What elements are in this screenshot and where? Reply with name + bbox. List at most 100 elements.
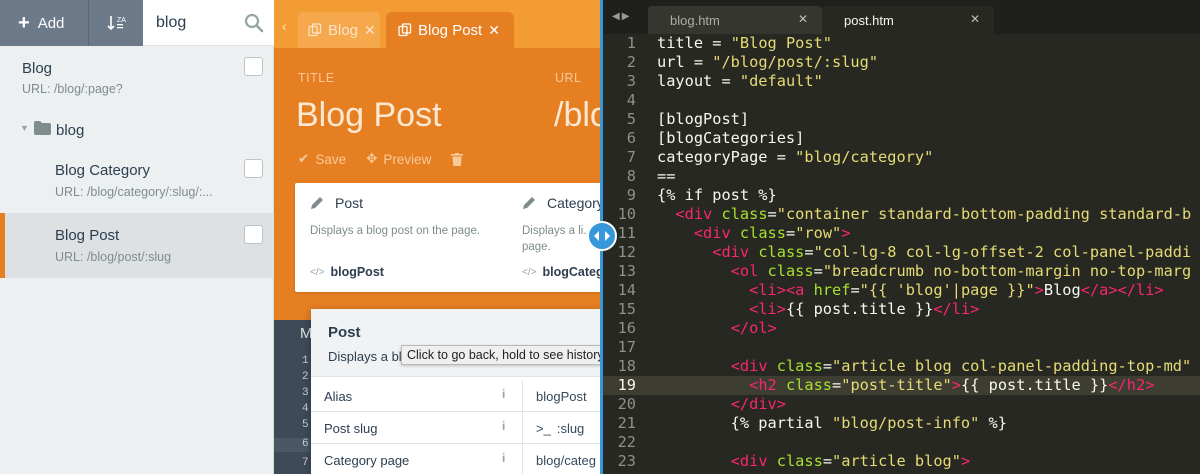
line-number: 7 — [626, 148, 636, 166]
property-value-input[interactable]: >_ :slug — [522, 412, 602, 444]
plus-icon: + — [18, 12, 30, 34]
line-number: 2 — [626, 53, 636, 71]
line-number: 5 — [626, 110, 636, 128]
code-line[interactable]: 16 </ol> — [602, 319, 1200, 338]
line-text: [blogCategories] — [657, 129, 805, 147]
code-line[interactable]: 3 layout = "default" — [602, 72, 1200, 91]
search-icon[interactable] — [244, 13, 264, 33]
preview-label: Preview — [383, 151, 432, 167]
caret-down-icon[interactable]: ▼ — [20, 123, 29, 133]
list-item-url: URL: /blog/:page? — [22, 82, 123, 96]
selected-accent — [0, 213, 5, 278]
code-line[interactable]: 1 title = "Blog Post" — [602, 34, 1200, 53]
property-row-post-slug: Post slug i >_:slug — [311, 412, 602, 444]
code-line[interactable]: 6 [blogCategories] — [602, 129, 1200, 148]
check-icon: ✔ — [298, 151, 310, 166]
page-tabs-bar: ‹ Blog ✕ Blog Post ✕ — [274, 0, 602, 48]
code-line[interactable]: 11 <div class="row"> — [602, 224, 1200, 243]
property-value-text: :slug — [556, 421, 585, 436]
code-line[interactable]: 17 — [602, 338, 1200, 357]
list-item-url: URL: /blog/post/:slug — [55, 250, 172, 264]
editor-tab-post[interactable]: post.htm ✕ — [822, 6, 994, 34]
list-item-checkbox[interactable] — [244, 57, 263, 76]
line-text: <div class="row"> — [693, 224, 851, 242]
tab-label: Blog — [328, 21, 359, 39]
component-title: Post — [335, 195, 364, 211]
close-icon[interactable]: ✕ — [798, 12, 808, 26]
line-text: [blogPost] — [657, 110, 750, 128]
gutter-line: 7 — [302, 457, 309, 469]
code-line[interactable]: 22 — [602, 433, 1200, 452]
delete-button[interactable] — [451, 151, 464, 167]
line-text: <div class="col-lg-8 col-lg-offset-2 col… — [712, 243, 1192, 261]
property-name: Category page — [324, 453, 410, 468]
close-icon[interactable]: ✕ — [970, 12, 980, 26]
code-line[interactable]: 2 url = "/blog/post/:slug" — [602, 53, 1200, 72]
code-line[interactable]: 23 <div class="article blog"> — [602, 452, 1200, 471]
property-row-alias: Alias i blogPost — [311, 380, 602, 412]
code-line[interactable]: 20 </div> — [602, 395, 1200, 414]
save-button[interactable]: ✔ Save — [298, 151, 346, 167]
code-line[interactable]: 7 categoryPage = "blog/category" — [602, 148, 1200, 167]
component-card-post[interactable]: Post Displays a blog post on the page. <… — [295, 183, 507, 292]
sort-button[interactable]: ZA — [88, 0, 143, 46]
line-number: 15 — [617, 300, 636, 318]
code-line[interactable]: 21 {% partial "blog/post-info" %} — [602, 414, 1200, 433]
line-number: 9 — [626, 186, 636, 204]
folder-blog[interactable]: ▼ blog — [0, 110, 274, 148]
component-title: Category — [547, 195, 602, 211]
tab-label: Blog Post — [418, 21, 483, 39]
code-line[interactable]: 9 {% if post %} — [602, 186, 1200, 205]
popover-title: Post — [328, 324, 361, 341]
line-text: categoryPage = "blog/category" — [657, 148, 934, 166]
code-area[interactable]: 1 title = "Blog Post" 2 url = "/blog/post/:… — [602, 34, 1200, 474]
code-line[interactable]: 15 <li>{{ post.title }}</li> — [602, 300, 1200, 319]
code-line[interactable]: 14 <li><a href="{{ 'blog'|page }}">Blog<… — [602, 281, 1200, 300]
component-desc: Displays a li... page. — [522, 225, 593, 253]
list-item-blog-category[interactable]: Blog Category URL: /blog/category/:slug/… — [0, 148, 274, 213]
gutter-line: 2 — [302, 371, 309, 383]
line-number: 20 — [617, 395, 636, 413]
title-input[interactable]: Blog Post — [296, 96, 442, 135]
info-icon[interactable]: i — [502, 419, 505, 433]
save-label: Save — [315, 151, 347, 167]
close-icon[interactable]: ✕ — [364, 22, 376, 39]
resize-handle[interactable] — [587, 221, 617, 251]
close-icon[interactable]: ✕ — [488, 22, 500, 39]
info-icon[interactable]: i — [502, 387, 505, 401]
line-text: </ol> — [730, 319, 777, 337]
preview-button[interactable]: ✥ Preview — [366, 151, 431, 167]
line-text: layout = "default" — [657, 72, 823, 90]
tab-nav-arrows-icon[interactable]: ◀▶ — [612, 11, 631, 22]
copy-icon — [398, 23, 412, 37]
code-line[interactable]: 10 <div class="container standard-bottom… — [602, 205, 1200, 224]
code-line[interactable]: 13 <ol class="breadcrumb no-bottom-margi… — [602, 262, 1200, 281]
line-text: == — [657, 167, 676, 185]
property-value-input[interactable]: blogPost — [522, 380, 602, 412]
add-button[interactable]: + Add — [0, 0, 88, 46]
line-number: 1 — [626, 34, 636, 52]
chevron-left-icon[interactable]: ‹ — [282, 18, 287, 34]
code-line[interactable]: 19 <h2 class="post-title">{{ post.title … — [602, 376, 1200, 395]
line-text: <ol class="breadcrumb no-bottom-margin n… — [730, 262, 1192, 280]
tab-blog-post[interactable]: Blog Post ✕ — [386, 12, 514, 48]
code-line[interactable]: 8 == — [602, 167, 1200, 186]
code-line[interactable]: 4 — [602, 91, 1200, 110]
property-value-select[interactable]: blog/categ — [522, 444, 602, 474]
url-input[interactable]: /blo — [554, 96, 602, 135]
title-label: TITLE — [298, 71, 335, 85]
list-item-checkbox[interactable] — [244, 225, 263, 244]
pencil-icon — [311, 197, 323, 209]
info-icon[interactable]: i — [502, 451, 505, 465]
editor-tab-blog[interactable]: blog.htm ✕ — [648, 6, 822, 34]
list-item-checkbox[interactable] — [244, 159, 263, 178]
list-item-blog-post[interactable]: Blog Post URL: /blog/post/:slug — [0, 213, 274, 278]
line-text: <li>{{ post.title }}</li> — [749, 300, 980, 318]
code-line[interactable]: 5 [blogPost] — [602, 110, 1200, 129]
line-text: <li><a href="{{ 'blog'|page }}">Blog</a>… — [749, 281, 1164, 299]
list-item-blog[interactable]: Blog URL: /blog/:page? — [0, 46, 274, 110]
terminal-icon: >_ — [536, 421, 551, 436]
tab-blog[interactable]: Blog ✕ — [298, 12, 380, 48]
code-line[interactable]: 18 <div class="article blog col-panel-pa… — [602, 357, 1200, 376]
code-line[interactable]: 12 <div class="col-lg-8 col-lg-offset-2 … — [602, 243, 1200, 262]
